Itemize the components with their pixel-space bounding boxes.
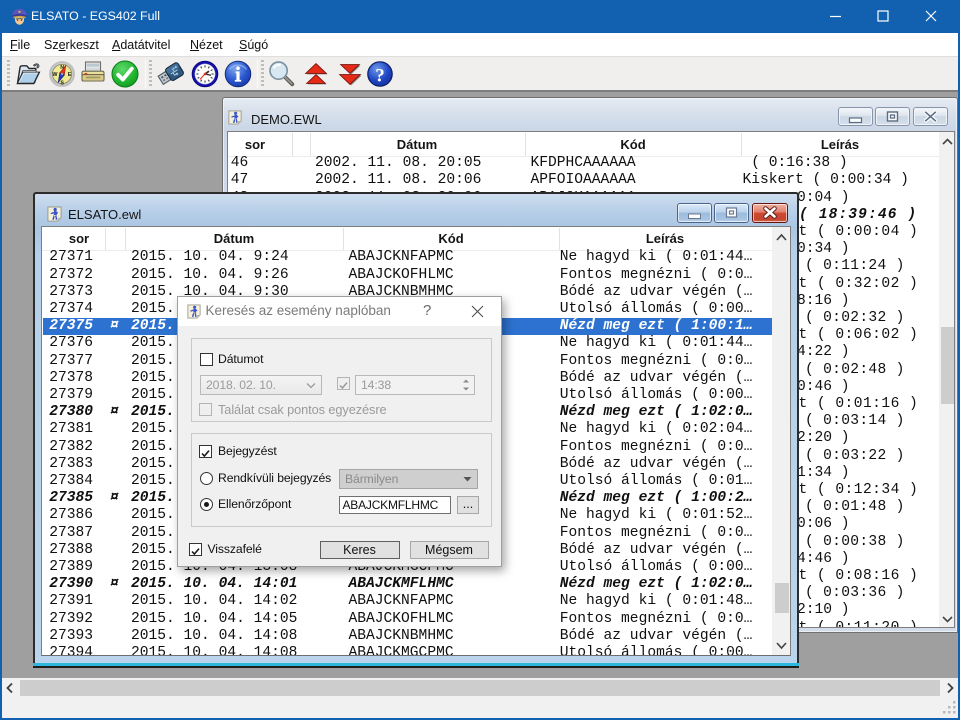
svg-text:S: S bbox=[60, 81, 64, 87]
svg-text:E: E bbox=[68, 72, 72, 78]
svg-text:?: ? bbox=[375, 66, 385, 87]
